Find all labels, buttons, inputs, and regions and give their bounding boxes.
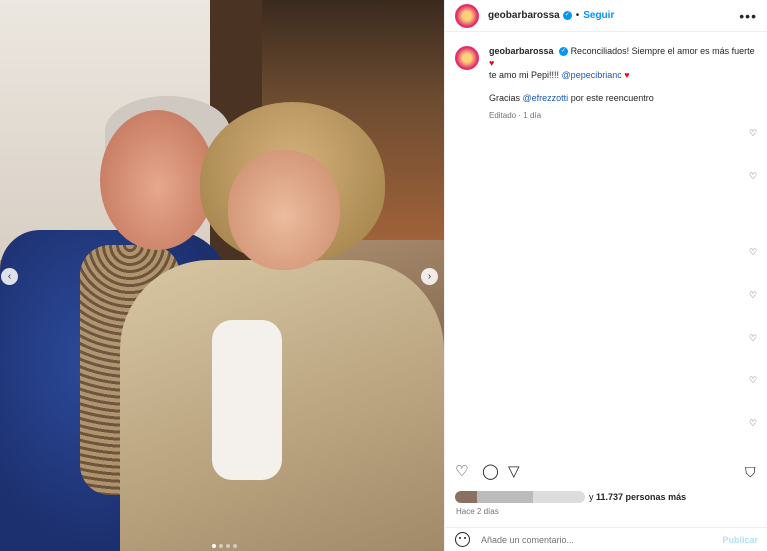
photo-woman-face: [228, 150, 340, 270]
mention-link[interactable]: @pepecibrianc: [562, 70, 622, 80]
comment-like-icon[interactable]: ♡: [749, 290, 757, 301]
comment-input[interactable]: [481, 534, 701, 545]
caption-text-2: te amo mi Pepi!!!!: [489, 70, 560, 80]
likes-and: y: [589, 492, 594, 502]
carousel-dots: [212, 544, 237, 548]
meta-dot: ·: [518, 111, 522, 120]
carousel-dot: [226, 544, 230, 548]
carousel-dot: [219, 544, 223, 548]
caption-meta: Editado · 1 día: [489, 110, 761, 122]
avatar[interactable]: [455, 3, 479, 28]
photo-woman-jacket: [120, 260, 444, 551]
save-icon[interactable]: ⛉: [745, 463, 756, 481]
comment-like-icon[interactable]: ♡: [749, 171, 757, 182]
share-icon[interactable]: ▽: [508, 463, 520, 481]
blurred-likers: [455, 491, 585, 503]
more-options-icon[interactable]: •••: [739, 8, 757, 24]
likes-summary[interactable]: y 11.737 personas más: [455, 491, 686, 503]
post-header: geobarbarossa ✓ • Seguir •••: [445, 0, 767, 32]
verified-icon: ✓: [562, 11, 572, 20]
mention-link[interactable]: @efrezzotti: [523, 93, 569, 103]
publish-button[interactable]: Publicar: [722, 535, 758, 545]
comment-bar: Publicar: [445, 527, 767, 551]
post-caption: geobarbarossa ✓ Reconciliados! Siempre e…: [455, 45, 761, 122]
carousel-prev-button[interactable]: ‹: [1, 268, 18, 285]
header-separator: •: [575, 10, 580, 21]
post-timestamp[interactable]: Hace 2 días: [456, 507, 499, 516]
header-username[interactable]: geobarbarossa: [488, 10, 560, 21]
carousel-dot: [212, 544, 216, 548]
likes-count[interactable]: 11.737 personas más: [596, 492, 686, 502]
verified-icon: ✓: [559, 47, 569, 57]
comment-like-icon[interactable]: ♡: [749, 247, 757, 258]
post-photo[interactable]: ‹ ›: [0, 0, 444, 551]
like-icon[interactable]: ♡: [455, 463, 468, 481]
follow-button[interactable]: Seguir: [583, 10, 614, 21]
heart-emoji-icon: ♥: [489, 58, 495, 68]
comment-like-icon[interactable]: ♡: [749, 375, 757, 386]
photo-woman-shirt: [212, 320, 282, 480]
caption-time[interactable]: 1 día: [523, 111, 541, 120]
caption-username[interactable]: geobarbarossa: [489, 46, 554, 56]
emoji-icon[interactable]: [455, 532, 470, 547]
comment-icon[interactable]: ◯: [482, 463, 499, 481]
caption-avatar[interactable]: [455, 46, 479, 70]
post-side-panel: geobarbarossa ✓ • Seguir ••• geobarbaros…: [444, 0, 767, 551]
caption-body: geobarbarossa ✓ Reconciliados! Siempre e…: [489, 45, 761, 122]
post-actions: ♡ ◯ ▽ ⛉: [455, 463, 761, 483]
carousel-dot: [233, 544, 237, 548]
photo-man-face: [100, 110, 215, 250]
caption-thanks-suffix: por este reencuentro: [570, 93, 654, 103]
caption-text: Reconciliados! Siempre el amor es más fu…: [570, 46, 755, 56]
caption-thanks: Gracias: [489, 93, 521, 103]
edited-label: Editado: [489, 111, 517, 120]
carousel-next-button[interactable]: ›: [421, 268, 438, 285]
comment-like-icon[interactable]: ♡: [749, 333, 757, 344]
comment-like-icon[interactable]: ♡: [749, 128, 757, 139]
comment-like-icon[interactable]: ♡: [749, 418, 757, 429]
heart-emoji-icon: ♥: [624, 70, 630, 80]
